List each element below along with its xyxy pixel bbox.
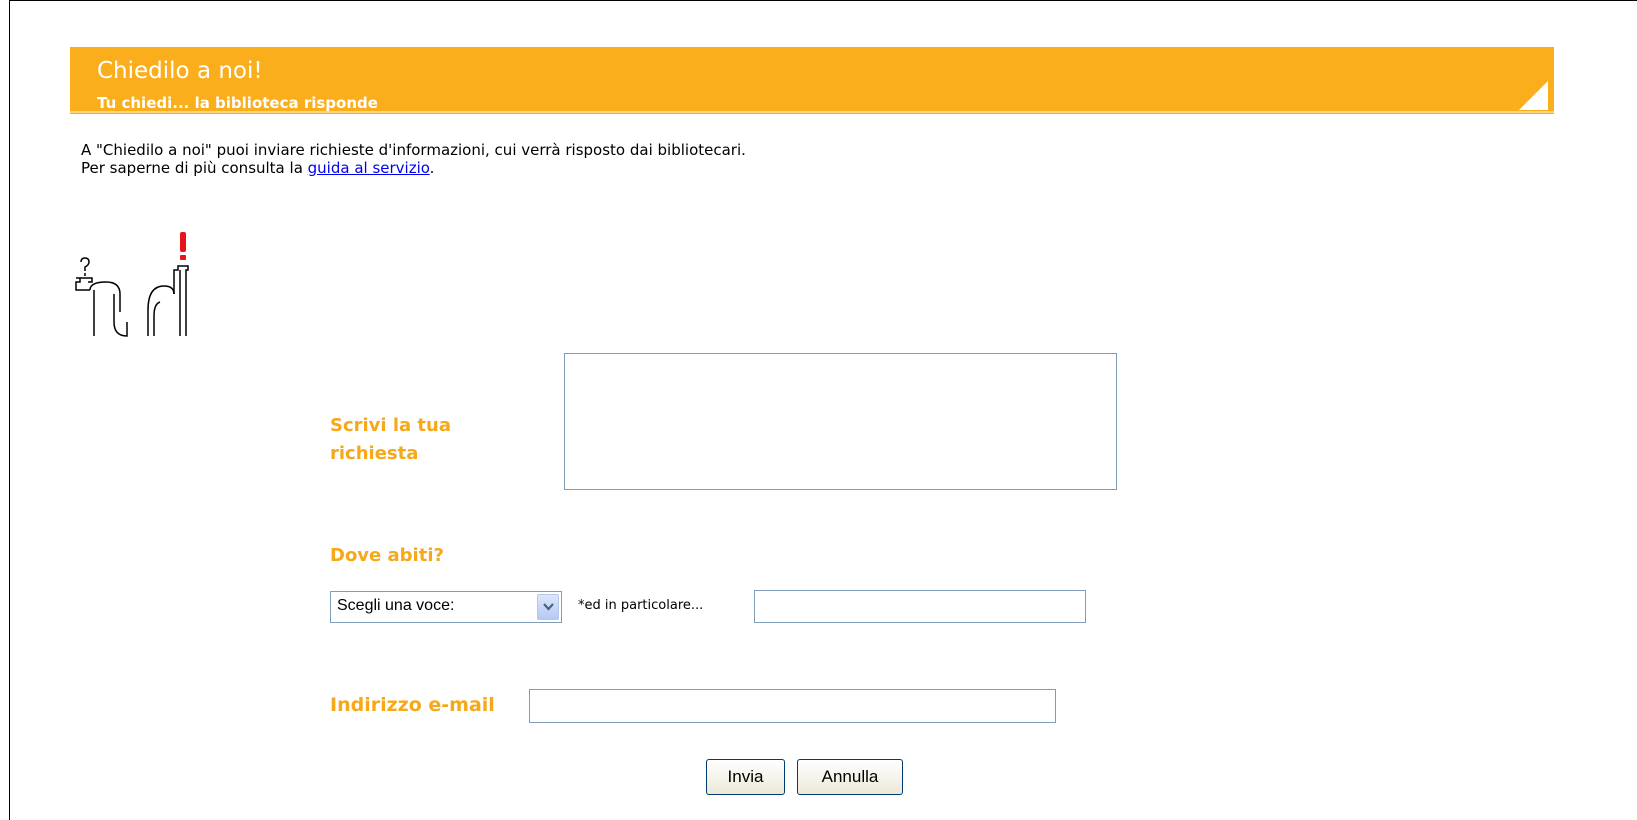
banner-divider <box>70 111 1554 113</box>
people-question-answer-logo <box>68 228 198 344</box>
request-textarea[interactable] <box>564 353 1117 490</box>
request-label: Scrivi la tua richiesta <box>330 415 451 464</box>
email-field[interactable] <box>529 689 1056 723</box>
corner-triangle-icon <box>1519 81 1548 110</box>
header-banner: Chiedilo a noi! Tu chiedi... la bibliote… <box>70 47 1554 114</box>
page-subtitle: Tu chiedi... la biblioteca risponde <box>97 94 378 112</box>
residence-select-value: Scegli una voce: <box>337 597 455 614</box>
particular-label: *ed in particolare... <box>578 598 704 613</box>
page-title: Chiedilo a noi! <box>97 58 263 84</box>
guide-link[interactable]: guida al servizio <box>308 159 430 177</box>
intro-line-1: A "Chiedilo a noi" puoi inviare richiest… <box>81 141 746 159</box>
intro-text: A "Chiedilo a noi" puoi inviare richiest… <box>81 141 746 177</box>
intro-line-2: Per saperne di più consulta la guida al … <box>81 159 746 177</box>
email-label: Indirizzo e-mail <box>330 694 495 716</box>
submit-button[interactable]: Invia <box>706 759 785 795</box>
intro-line-2-suffix: . <box>429 159 435 177</box>
particular-input[interactable] <box>754 590 1086 623</box>
where-label: Dove abiti? <box>330 545 444 566</box>
cancel-button[interactable]: Annulla <box>797 759 903 795</box>
select-dropdown-button[interactable] <box>537 594 559 620</box>
chevron-down-icon <box>543 603 554 611</box>
residence-select[interactable]: Scegli una voce: <box>330 591 562 623</box>
intro-line-2-prefix: Per saperne di più consulta la <box>81 159 308 177</box>
logo-graphic <box>75 232 189 337</box>
